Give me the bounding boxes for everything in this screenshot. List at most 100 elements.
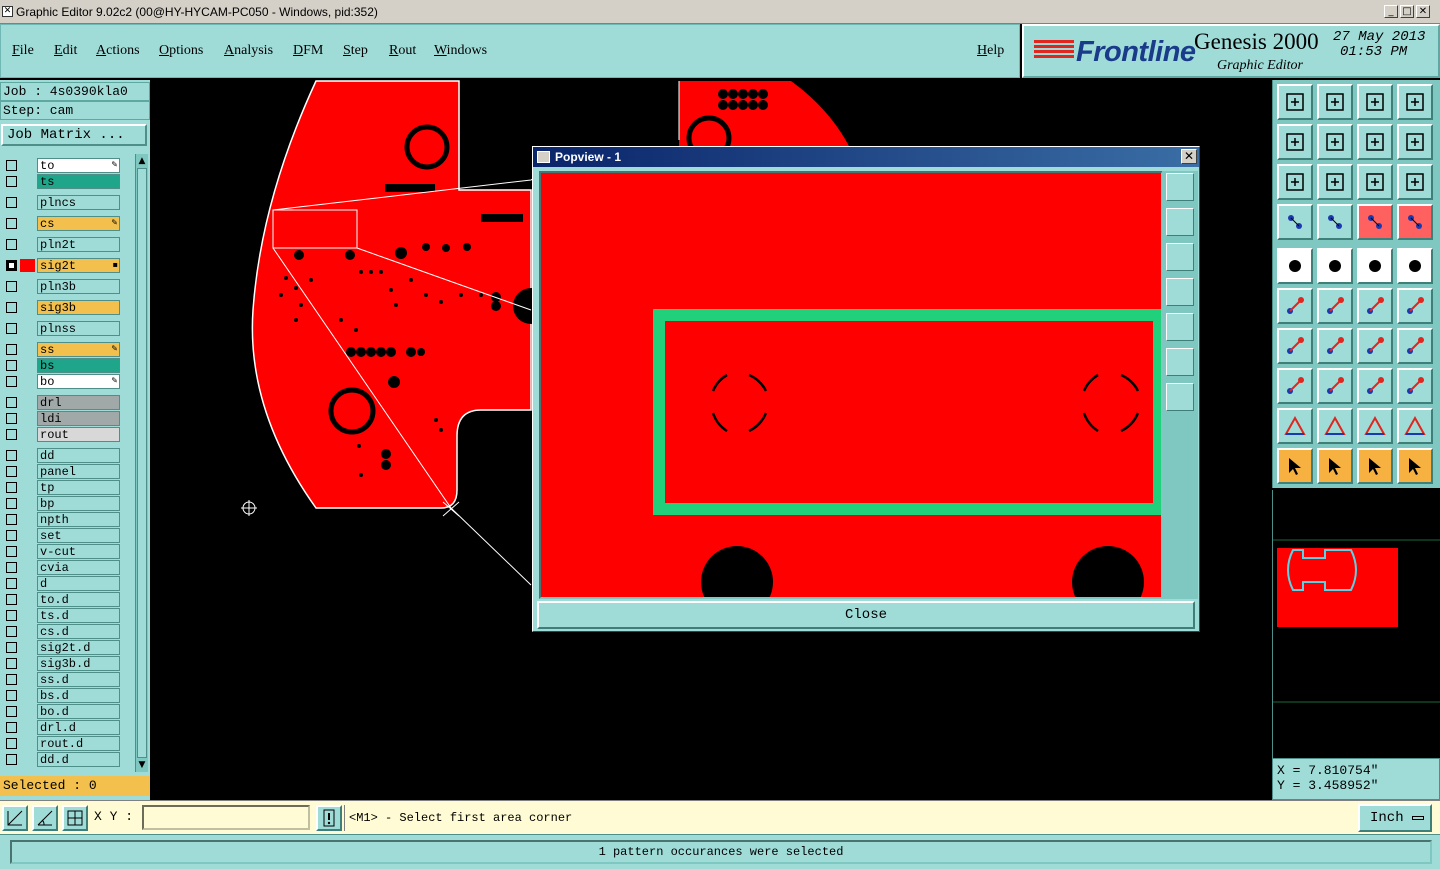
menu-help[interactable]: Help — [977, 43, 1004, 59]
menu-options[interactable]: Options — [159, 43, 203, 59]
layer-row-npth[interactable]: npth — [2, 512, 132, 527]
zoom-1to1-icon[interactable] — [1357, 124, 1393, 160]
layer-checkbox[interactable] — [6, 706, 17, 717]
select-chain-icon[interactable] — [1397, 448, 1433, 484]
measure-icon[interactable] — [1317, 248, 1353, 284]
scroll-thumb[interactable] — [137, 168, 147, 758]
layer-list-scrollbar[interactable]: ▲ ▼ — [135, 154, 148, 772]
layer-name[interactable]: ts.d — [37, 608, 120, 623]
layer-name[interactable]: cvia — [37, 560, 120, 575]
layer-checkbox[interactable] — [6, 546, 17, 557]
zoom-fit-icon[interactable] — [1277, 164, 1313, 200]
layer-checkbox[interactable] — [6, 594, 17, 605]
job-matrix-button[interactable]: Job Matrix ... — [1, 124, 147, 146]
layer-name[interactable]: npth — [37, 512, 120, 527]
popview-canvas[interactable] — [539, 171, 1163, 599]
layer-row-rout-d[interactable]: rout.d — [2, 736, 132, 751]
minimize-button[interactable]: _ — [1384, 5, 1398, 18]
move-icon[interactable] — [1277, 368, 1313, 404]
popview-pan-right-icon[interactable] — [1166, 313, 1194, 341]
layer-checkbox[interactable] — [6, 176, 17, 187]
popview-pan-up-icon[interactable] — [1166, 208, 1194, 236]
layer-name[interactable]: bp — [37, 496, 120, 511]
layer-name[interactable]: bs — [37, 358, 120, 373]
scroll-up-icon[interactable]: ▲ — [137, 156, 147, 166]
ruler-icon[interactable] — [1357, 248, 1393, 284]
popview-zoom-fit-icon[interactable] — [1166, 348, 1194, 376]
layer-color-swatch[interactable] — [20, 259, 35, 272]
zoom-step-icon[interactable] — [1357, 84, 1393, 120]
layer-name[interactable]: pln2t — [37, 237, 120, 252]
layer-checkbox[interactable] — [6, 578, 17, 589]
layer-row-bp[interactable]: bp — [2, 496, 132, 511]
layer-row-cs[interactable]: cs ✎ — [2, 216, 132, 231]
layer-checkbox[interactable] — [6, 260, 17, 271]
snap-settings-icon[interactable] — [1277, 204, 1313, 240]
units-select[interactable]: Inch — [1358, 804, 1432, 832]
layer-row-d[interactable]: d — [2, 576, 132, 591]
layer-row-bs[interactable]: bs — [2, 358, 132, 373]
layer-row-to-d[interactable]: to.d — [2, 592, 132, 607]
arc-icon[interactable] — [1357, 328, 1393, 364]
split-icon[interactable] — [1317, 368, 1353, 404]
layer-name[interactable]: cs.d — [37, 624, 120, 639]
layer-checkbox[interactable] — [6, 562, 17, 573]
popview-pan-down-icon[interactable] — [1166, 243, 1194, 271]
layer-row-bs-d[interactable]: bs.d — [2, 688, 132, 703]
layer-checkbox[interactable] — [6, 642, 17, 653]
layer-name[interactable]: set — [37, 528, 120, 543]
angle-mode-icon[interactable] — [32, 805, 58, 831]
zoom-back-icon[interactable] — [1317, 84, 1353, 120]
layer-checkbox[interactable] — [6, 218, 17, 229]
connect-icon[interactable] — [1277, 288, 1313, 324]
pad-icon[interactable] — [1397, 248, 1433, 284]
layer-checkbox[interactable] — [6, 197, 17, 208]
angle-icon[interactable] — [1277, 328, 1313, 364]
layer-checkbox[interactable] — [6, 429, 17, 440]
menu-dfm[interactable]: DFM — [293, 43, 323, 59]
popview-zoom-home-icon[interactable] — [1166, 173, 1194, 201]
layer-name[interactable]: sig3b — [37, 300, 120, 315]
layer-name[interactable]: sig2t.d — [37, 640, 120, 655]
layer-name[interactable]: sig2t — [37, 258, 120, 273]
select-cycle-icon[interactable] — [1357, 448, 1393, 484]
layer-checkbox[interactable] — [6, 344, 17, 355]
layer-row-drl[interactable]: drl — [2, 395, 132, 410]
popview-title-bar[interactable]: Popview - 1 ✕ — [533, 147, 1199, 167]
layer-checkbox[interactable] — [6, 626, 17, 637]
layer-name[interactable]: tp — [37, 480, 120, 495]
layer-name[interactable]: plnss — [37, 321, 120, 336]
layer-name[interactable]: dd — [37, 448, 120, 463]
layer-row-ss-d[interactable]: ss.d — [2, 672, 132, 687]
layer-checkbox[interactable] — [6, 450, 17, 461]
layer-row-bo-d[interactable]: bo.d — [2, 704, 132, 719]
popview-close-button[interactable]: Close — [537, 601, 1195, 629]
popview-close-icon[interactable]: ✕ — [1181, 149, 1197, 164]
alert-icon[interactable] — [316, 805, 342, 831]
delete-node-icon[interactable] — [1317, 288, 1353, 324]
help-icon[interactable] — [1397, 164, 1433, 200]
layer-name[interactable]: pln3b — [37, 279, 120, 294]
layer-name[interactable]: v-cut — [37, 544, 120, 559]
menu-rout[interactable]: Rout — [389, 43, 416, 59]
layer-row-ldi[interactable]: ldi — [2, 411, 132, 426]
zoom-all-icon[interactable] — [1317, 164, 1353, 200]
layer-checkbox[interactable] — [6, 281, 17, 292]
layer-row-plnss[interactable]: plnss — [2, 321, 132, 336]
layer-name[interactable]: rout.d — [37, 736, 120, 751]
triangle-add-icon[interactable] — [1277, 408, 1313, 444]
arch-icon[interactable] — [1357, 408, 1393, 444]
menu-windows[interactable]: Windows — [434, 43, 487, 59]
layer-checkbox[interactable] — [6, 530, 17, 541]
popview-pan-left-icon[interactable] — [1166, 278, 1194, 306]
layer-name[interactable]: d — [37, 576, 120, 591]
layer-row-tp[interactable]: tp — [2, 480, 132, 495]
layer-checkbox[interactable] — [6, 690, 17, 701]
layer-checkbox[interactable] — [6, 514, 17, 525]
net-select-icon[interactable] — [1397, 204, 1433, 240]
layer-row-sig2t[interactable]: sig2t ▪ — [2, 258, 132, 273]
xy-input[interactable] — [142, 805, 310, 830]
layer-checkbox[interactable] — [6, 302, 17, 313]
layer-checkbox[interactable] — [6, 239, 17, 250]
net-highlight-icon[interactable] — [1357, 204, 1393, 240]
